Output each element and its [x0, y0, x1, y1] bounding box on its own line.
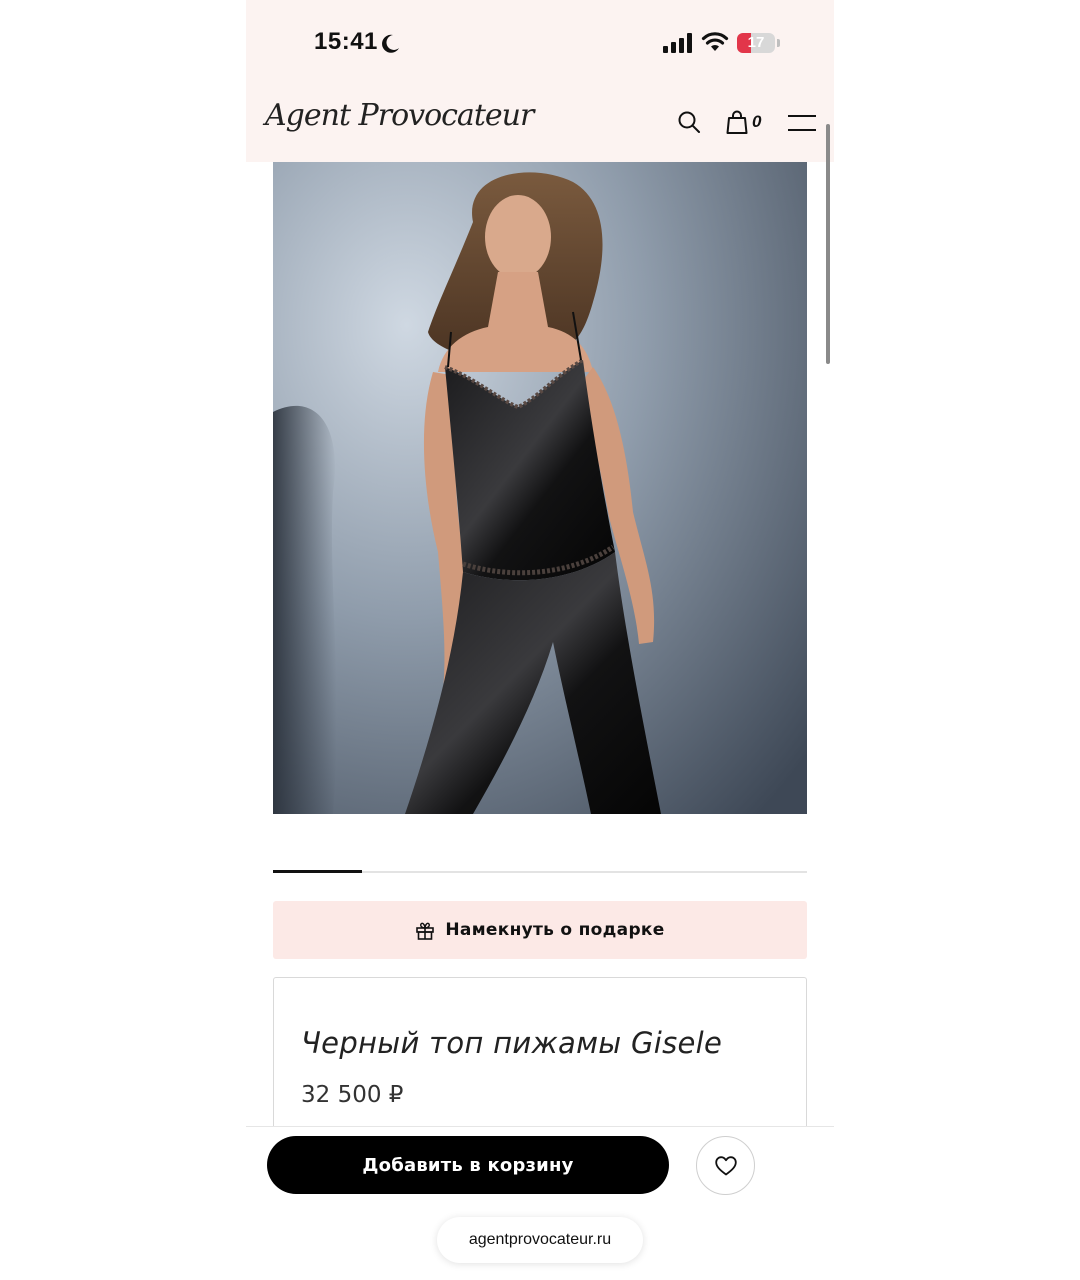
brand-logo[interactable]: Agent Provocateur [265, 98, 534, 133]
product-photo[interactable] [273, 162, 807, 814]
battery-indicator: 17 [737, 33, 775, 53]
search-icon[interactable] [677, 110, 701, 134]
carousel-active-segment [273, 870, 362, 873]
product-title: Черный топ пижамы Gisele [301, 1026, 723, 1060]
battery-level: 17 [747, 34, 765, 51]
product-info-card: Черный топ пижамы Gisele 32 500 ₽ [273, 977, 807, 1138]
product-price: 32 500 ₽ [301, 1082, 404, 1108]
gift-icon [416, 922, 435, 940]
status-bar: 15:41 17 [246, 0, 834, 88]
page-scrollbar[interactable] [826, 124, 830, 364]
hamburger-menu-icon[interactable] [788, 114, 816, 132]
site-header: Agent Provocateur 0 [246, 88, 834, 162]
moon-icon [382, 34, 399, 53]
add-to-cart-button[interactable]: Добавить в корзину [267, 1136, 669, 1194]
image-carousel-indicator[interactable] [273, 870, 807, 873]
heart-icon [714, 1155, 737, 1175]
cellular-signal-icon [663, 33, 692, 53]
browser-url-bar[interactable]: agentprovocateur.ru [437, 1217, 643, 1263]
gift-hint-button[interactable]: Намекнуть о подарке [273, 901, 807, 959]
cart-count[interactable]: 0 [752, 112, 761, 132]
shopping-bag-icon[interactable] [726, 110, 748, 134]
phone-screen: 15:41 17 Agent Provocateur 0 Намекнуть о… [246, 0, 834, 1280]
wishlist-button[interactable] [696, 1136, 755, 1195]
wifi-icon [701, 32, 729, 51]
status-time: 15:41 [314, 28, 378, 55]
gift-hint-label: Намекнуть о подарке [445, 920, 665, 940]
battery-cap [777, 39, 780, 47]
sticky-bottom-bar: Добавить в корзину agentprovocateur.ru [246, 1126, 834, 1280]
